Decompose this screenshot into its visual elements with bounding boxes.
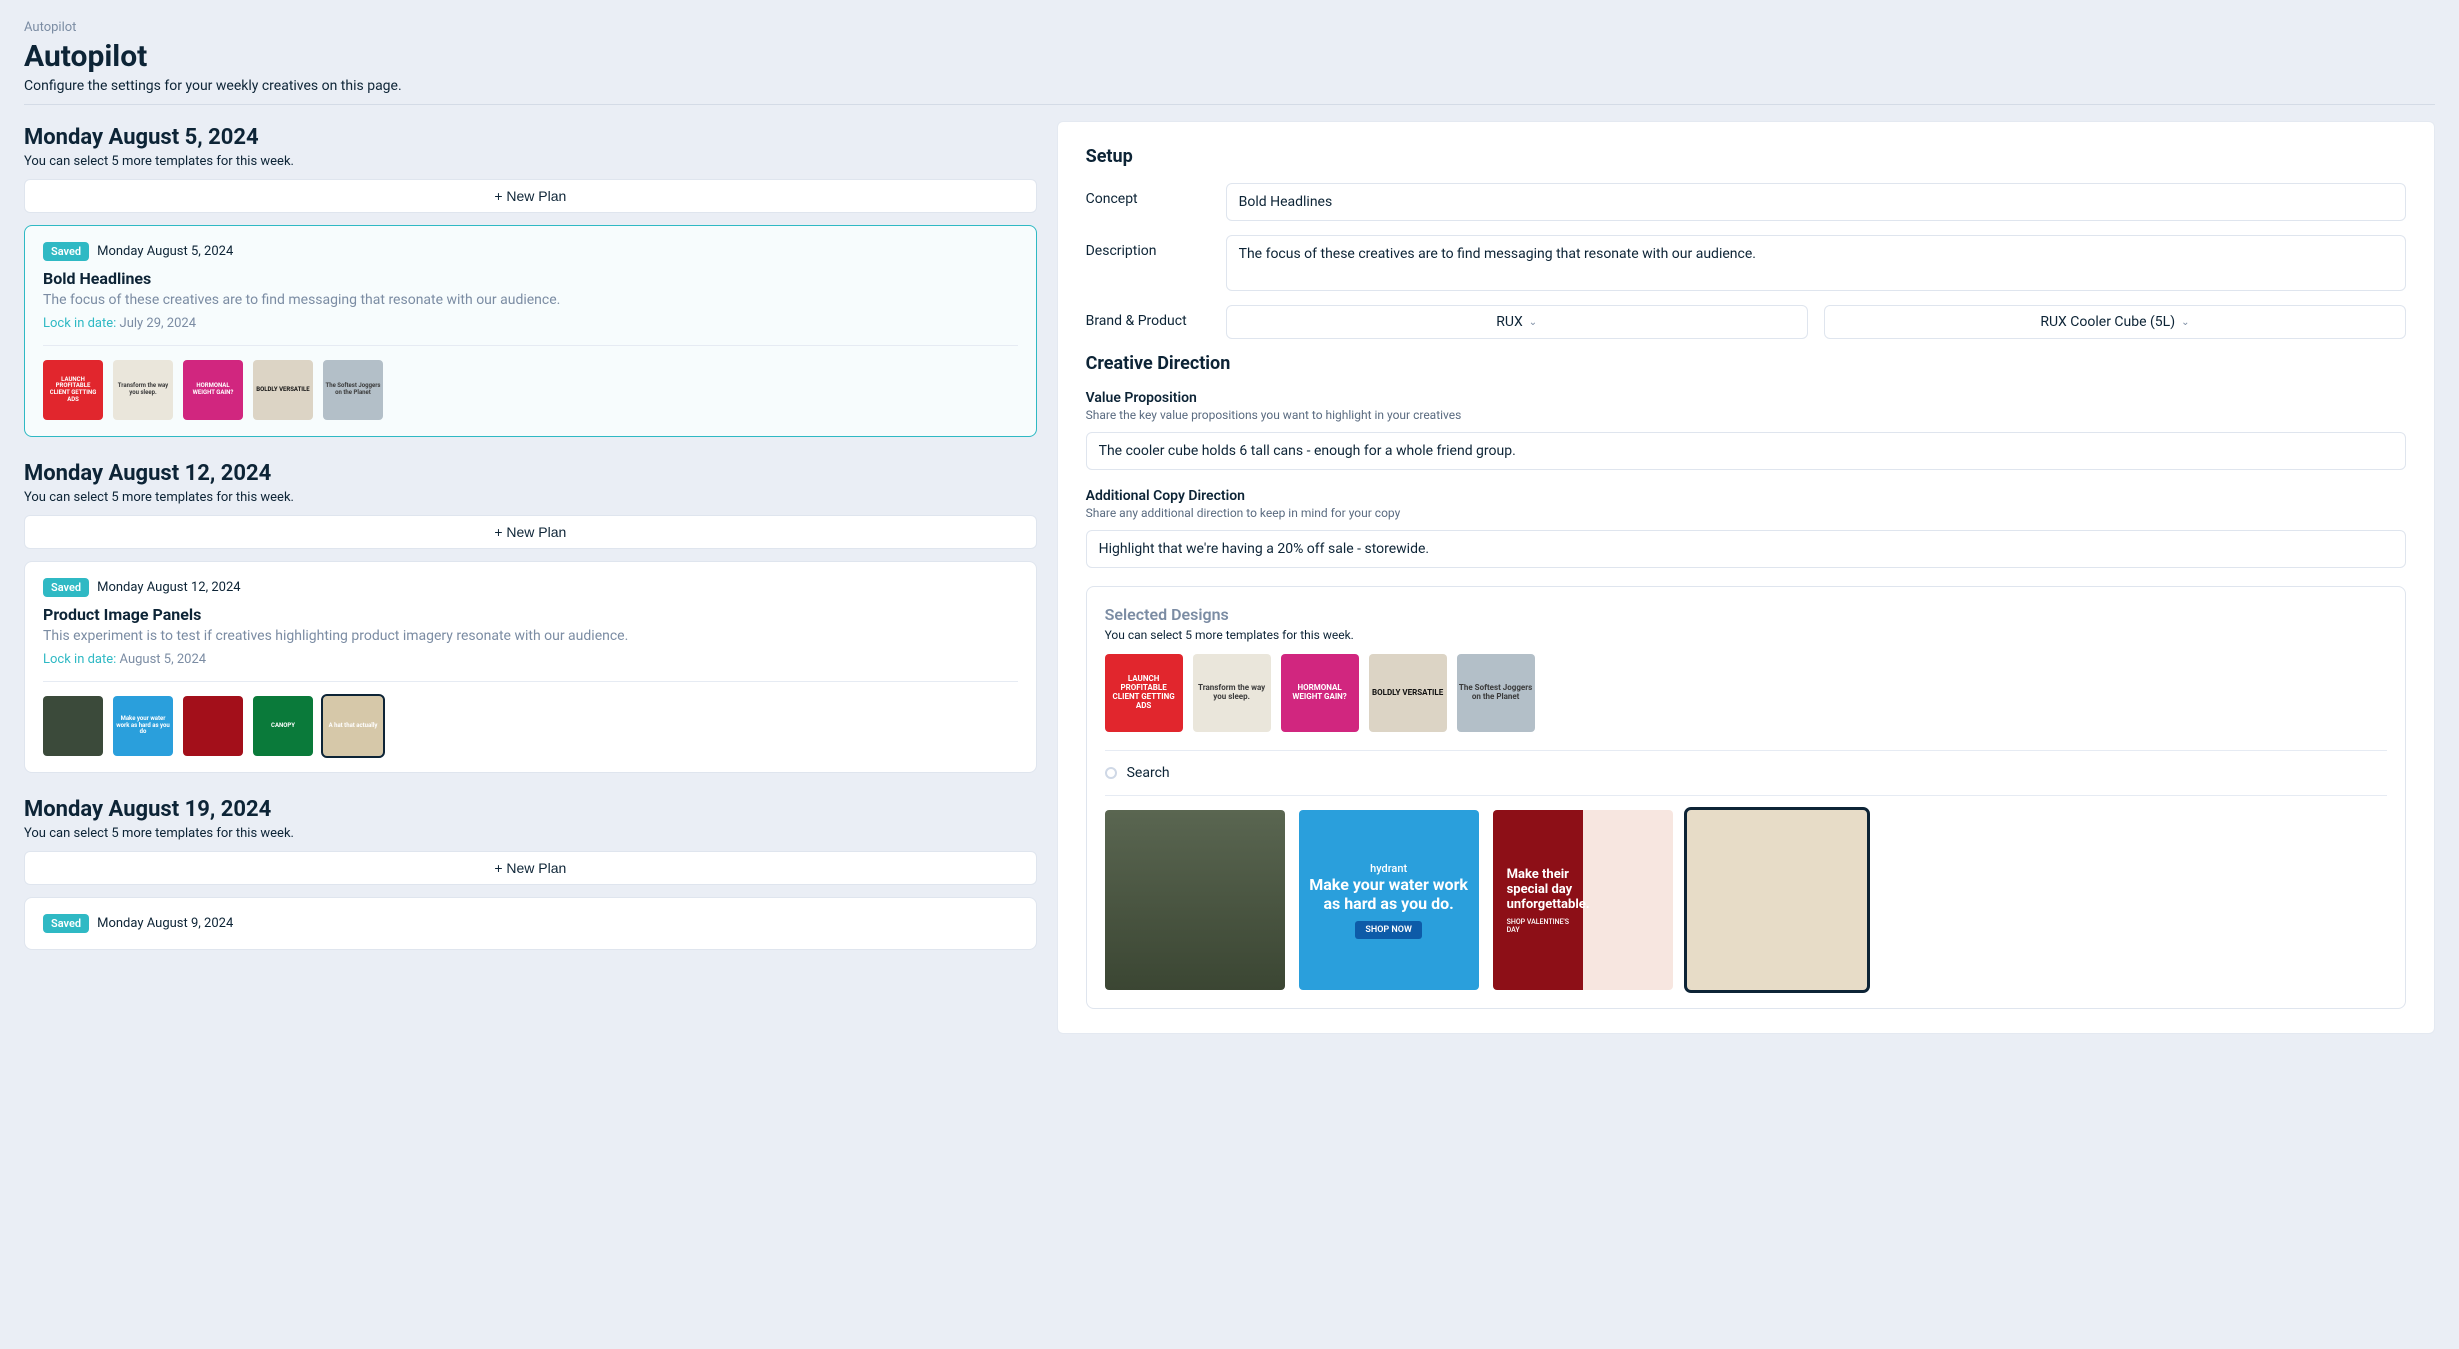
- week-title: Monday August 19, 2024: [24, 797, 1037, 822]
- plan-thumbs: LAUNCH PROFITABLE CLIENT GETTING ADS Tra…: [43, 360, 1018, 420]
- grid-item-hats[interactable]: [1687, 810, 1867, 990]
- week-sub: You can select 5 more templates for this…: [24, 826, 1037, 841]
- divider: [24, 104, 2435, 105]
- details-panel: Setup Concept Bold Headlines Description…: [1057, 121, 2435, 1034]
- new-plan-button[interactable]: + New Plan: [24, 515, 1037, 549]
- thumb[interactable]: LAUNCH PROFITABLE CLIENT GETTING ADS: [43, 360, 103, 420]
- chevron-down-icon: ⌄: [1529, 317, 1537, 328]
- thumb[interactable]: Transform the way you sleep.: [113, 360, 173, 420]
- page-title: Autopilot: [24, 39, 2435, 74]
- lock-in-date: July 29, 2024: [120, 316, 197, 331]
- plan-desc: The focus of these creatives are to find…: [43, 292, 1018, 308]
- search-row[interactable]: Search: [1105, 765, 2387, 781]
- shop-now-button[interactable]: SHOP NOW: [1355, 921, 1422, 939]
- thumb[interactable]: [43, 696, 103, 756]
- plan-card[interactable]: Saved Monday August 5, 2024 Bold Headlin…: [24, 225, 1037, 437]
- breadcrumb[interactable]: Autopilot: [24, 20, 2435, 35]
- product-value: RUX Cooler Cube (5L): [2040, 314, 2175, 330]
- plan-thumbs: Make your water work as hard as you do C…: [43, 696, 1018, 756]
- page-subtitle: Configure the settings for your weekly c…: [24, 78, 2435, 94]
- design-thumb[interactable]: HORMONAL WEIGHT GAIN?: [1281, 654, 1359, 732]
- brand-value: RUX: [1496, 314, 1522, 330]
- lock-in-label: Lock in date:: [43, 652, 116, 667]
- copy-sub: Share any additional direction to keep i…: [1086, 506, 2406, 520]
- thumb[interactable]: [183, 696, 243, 756]
- creative-direction-heading: Creative Direction: [1086, 353, 2406, 374]
- vp-heading: Value Proposition: [1086, 390, 2406, 406]
- chevron-down-icon: ⌄: [2181, 317, 2189, 328]
- saved-badge: Saved: [43, 914, 89, 933]
- roses-sub: SHOP VALENTINE'S DAY: [1507, 918, 1583, 934]
- new-plan-button[interactable]: + New Plan: [24, 851, 1037, 885]
- plan-date: Monday August 9, 2024: [97, 916, 233, 931]
- hydrant-text: Make your water work as hard as you do.: [1309, 875, 1469, 913]
- plan-card[interactable]: Saved Monday August 9, 2024: [24, 897, 1037, 950]
- thumb[interactable]: Make your water work as hard as you do: [113, 696, 173, 756]
- copy-heading: Additional Copy Direction: [1086, 488, 2406, 504]
- lock-in: Lock in date: August 5, 2024: [43, 652, 1018, 667]
- plan-date: Monday August 5, 2024: [97, 244, 233, 259]
- design-thumb[interactable]: Transform the way you sleep.: [1193, 654, 1271, 732]
- lock-in-date: August 5, 2024: [120, 652, 207, 667]
- concept-label: Concept: [1086, 183, 1206, 207]
- copy-input[interactable]: Highlight that we're having a 20% off sa…: [1086, 530, 2406, 568]
- new-plan-button[interactable]: + New Plan: [24, 179, 1037, 213]
- grid-item-roses[interactable]: Make their special day unforgettable. SH…: [1493, 810, 1673, 990]
- concept-input[interactable]: Bold Headlines: [1226, 183, 2406, 221]
- design-thumb[interactable]: The Softest Joggers on the Planet: [1457, 654, 1535, 732]
- lock-in-label: Lock in date:: [43, 316, 116, 331]
- search-icon: [1105, 767, 1117, 779]
- designs-heading: Selected Designs: [1105, 605, 2387, 624]
- week-title: Monday August 12, 2024: [24, 461, 1037, 486]
- designs-sub: You can select 5 more templates for this…: [1105, 628, 2387, 642]
- brand-product-label: Brand & Product: [1086, 305, 1206, 329]
- vp-input[interactable]: The cooler cube holds 6 tall cans - enou…: [1086, 432, 2406, 470]
- weeks-column: Monday August 5, 2024 You can select 5 m…: [24, 121, 1037, 950]
- description-label: Description: [1086, 235, 1206, 259]
- thumb[interactable]: A hat that actually: [323, 696, 383, 756]
- design-thumb[interactable]: BOLDLY VERSATILE: [1369, 654, 1447, 732]
- brand-dropdown[interactable]: RUX ⌄: [1226, 305, 1808, 339]
- week-sub: You can select 5 more templates for this…: [24, 490, 1037, 505]
- saved-badge: Saved: [43, 242, 89, 261]
- selected-designs-box: Selected Designs You can select 5 more t…: [1086, 586, 2406, 1009]
- hydrant-brand: hydrant: [1370, 862, 1407, 875]
- grid-item-bottle[interactable]: [1105, 810, 1285, 990]
- week-sub: You can select 5 more templates for this…: [24, 154, 1037, 169]
- search-label: Search: [1127, 765, 1170, 781]
- setup-heading: Setup: [1086, 146, 2406, 167]
- plan-card[interactable]: Saved Monday August 12, 2024 Product Ima…: [24, 561, 1037, 773]
- plan-title: Bold Headlines: [43, 269, 1018, 288]
- plan-date: Monday August 12, 2024: [97, 580, 240, 595]
- roses-text: Make their special day unforgettable.: [1507, 867, 1583, 912]
- week-title: Monday August 5, 2024: [24, 125, 1037, 150]
- description-input[interactable]: The focus of these creatives are to find…: [1226, 235, 2406, 291]
- divider: [1105, 750, 2387, 751]
- product-dropdown[interactable]: RUX Cooler Cube (5L) ⌄: [1824, 305, 2406, 339]
- grid-item-hydrant[interactable]: hydrant Make your water work as hard as …: [1299, 810, 1479, 990]
- plan-title: Product Image Panels: [43, 605, 1018, 624]
- designs-grid: hydrant Make your water work as hard as …: [1105, 810, 2387, 990]
- design-thumb[interactable]: LAUNCH PROFITABLE CLIENT GETTING ADS: [1105, 654, 1183, 732]
- thumb[interactable]: CANOPY: [253, 696, 313, 756]
- thumb[interactable]: BOLDLY VERSATILE: [253, 360, 313, 420]
- vp-sub: Share the key value propositions you wan…: [1086, 408, 2406, 422]
- saved-badge: Saved: [43, 578, 89, 597]
- lock-in: Lock in date: July 29, 2024: [43, 316, 1018, 331]
- designs-thumbs: LAUNCH PROFITABLE CLIENT GETTING ADS Tra…: [1105, 654, 2387, 732]
- thumb[interactable]: HORMONAL WEIGHT GAIN?: [183, 360, 243, 420]
- plan-desc: This experiment is to test if creatives …: [43, 628, 1018, 644]
- thumb[interactable]: The Softest Joggers on the Planet: [323, 360, 383, 420]
- divider: [1105, 795, 2387, 796]
